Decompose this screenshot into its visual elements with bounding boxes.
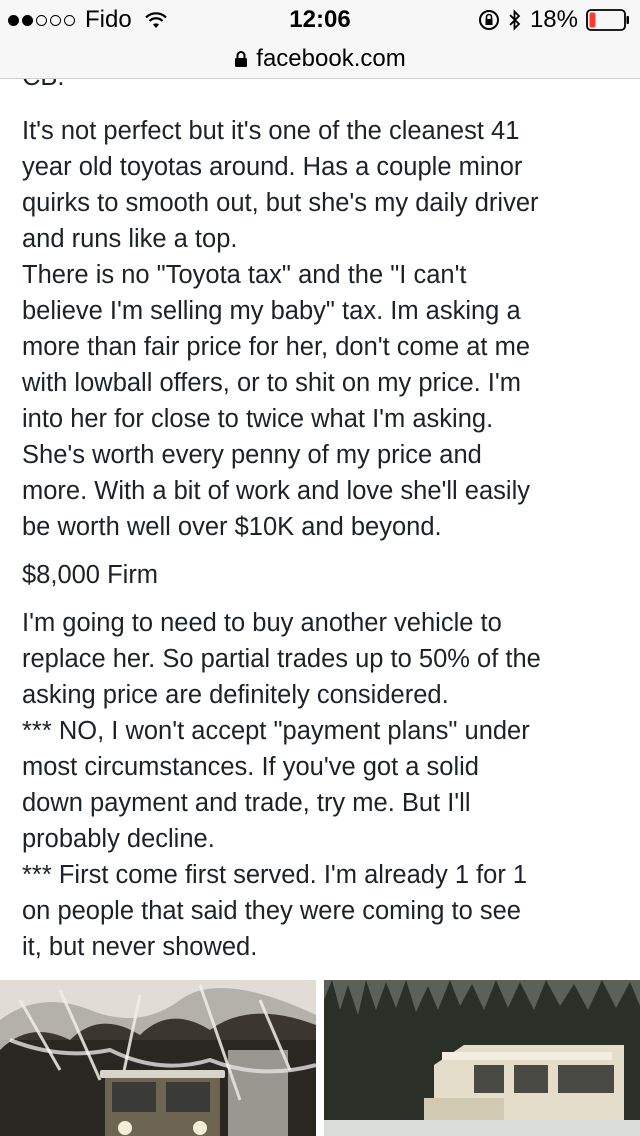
bluetooth-icon <box>509 9 521 31</box>
post-photo-truck-forest[interactable] <box>324 980 640 1136</box>
battery-icon <box>586 9 629 31</box>
post-description-paragraph: It's not perfect but it's one of the cle… <box>22 117 539 541</box>
status-right: 18% <box>478 6 630 34</box>
photo-strip <box>0 980 640 1136</box>
post-price: $8,000 Firm <box>22 561 159 589</box>
photo-truck-forest-image <box>324 980 640 1136</box>
url-text: facebook.com <box>256 45 406 72</box>
photo-snowy-truck-night-image <box>0 980 316 1136</box>
post-terms-paragraph: I'm going to need to buy another vehicle… <box>22 609 541 961</box>
status-bar: Fido 12:06 18% <box>0 0 640 40</box>
post-text-partial: CB. <box>22 79 622 95</box>
post-content: CB. It's not perfect but it's one of the… <box>0 79 640 1136</box>
lock-icon <box>235 51 248 67</box>
battery-percent: 18% <box>529 6 578 33</box>
rotation-lock-icon <box>478 10 499 30</box>
post-photo-snowy-truck-night[interactable] <box>0 980 316 1136</box>
browser-address-bar[interactable]: facebook.com <box>0 40 640 79</box>
battery-level-fill <box>589 12 596 28</box>
